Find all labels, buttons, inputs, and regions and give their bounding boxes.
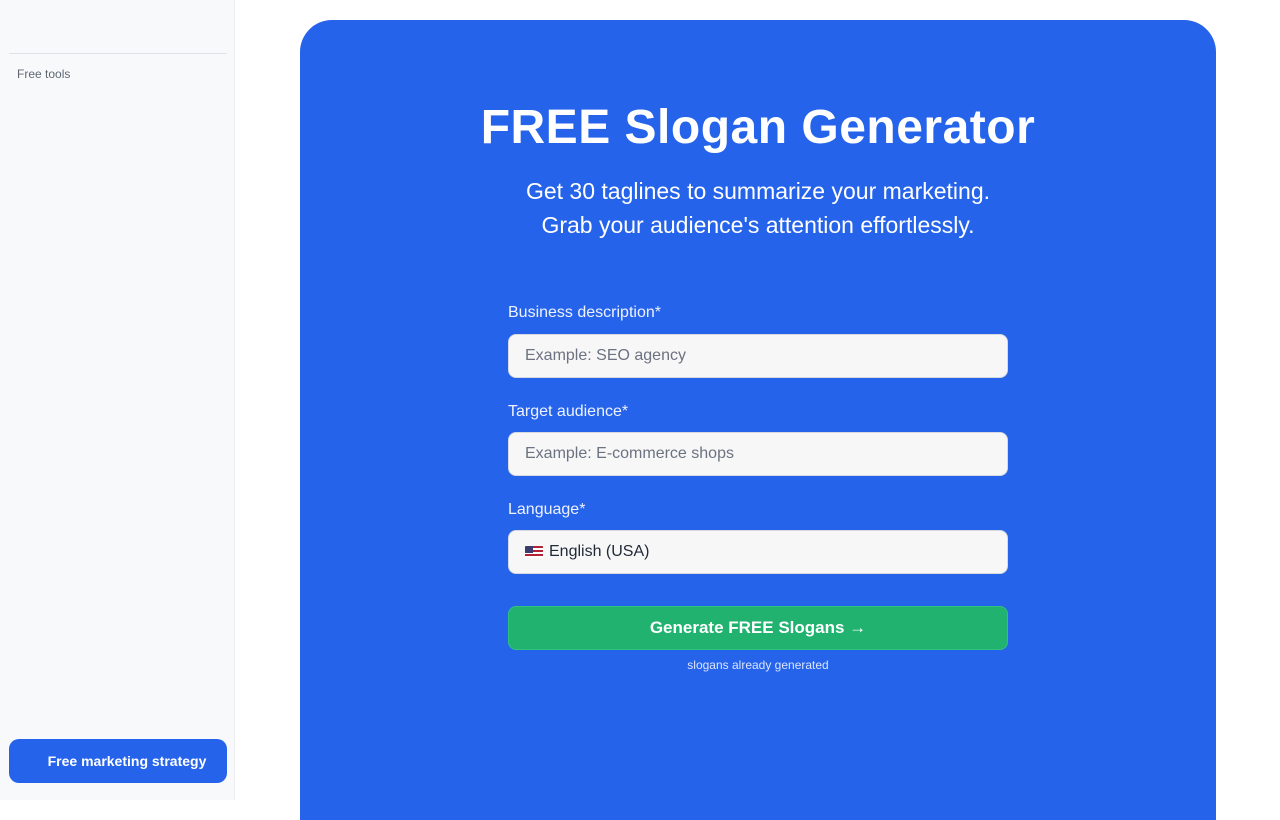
subtitle-line-2: Grab your audience's attention effortles…: [541, 212, 975, 238]
slogans-counter-text: slogans already generated: [687, 658, 829, 672]
language-label: Language*: [508, 501, 586, 518]
page-subtitle: Get 30 taglines to summarize your market…: [300, 174, 1216, 242]
us-flag-icon: [525, 546, 543, 558]
target-audience-label: Target audience*: [508, 403, 629, 420]
page-title: FREE Slogan Generator: [480, 101, 1036, 154]
language-select[interactable]: English (USA): [508, 530, 1008, 574]
generate-slogans-button[interactable]: Generate FREE Slogans →: [508, 606, 1008, 650]
business-description-input[interactable]: [508, 334, 1008, 378]
subtitle-line-1: Get 30 taglines to summarize your market…: [525, 178, 991, 204]
sidebar-section-free-tools[interactable]: Free tools: [17, 67, 70, 81]
business-description-label: Business description*: [508, 304, 661, 321]
sidebar: Free tools Free marketing strategy: [0, 0, 235, 800]
hero-panel: FREE Slogan Generator Get 30 taglines to…: [300, 20, 1216, 820]
free-marketing-strategy-button[interactable]: Free marketing strategy: [9, 739, 227, 783]
language-selected-value: English (USA): [549, 543, 650, 560]
target-audience-input[interactable]: [508, 432, 1008, 476]
sidebar-divider: [9, 53, 227, 54]
